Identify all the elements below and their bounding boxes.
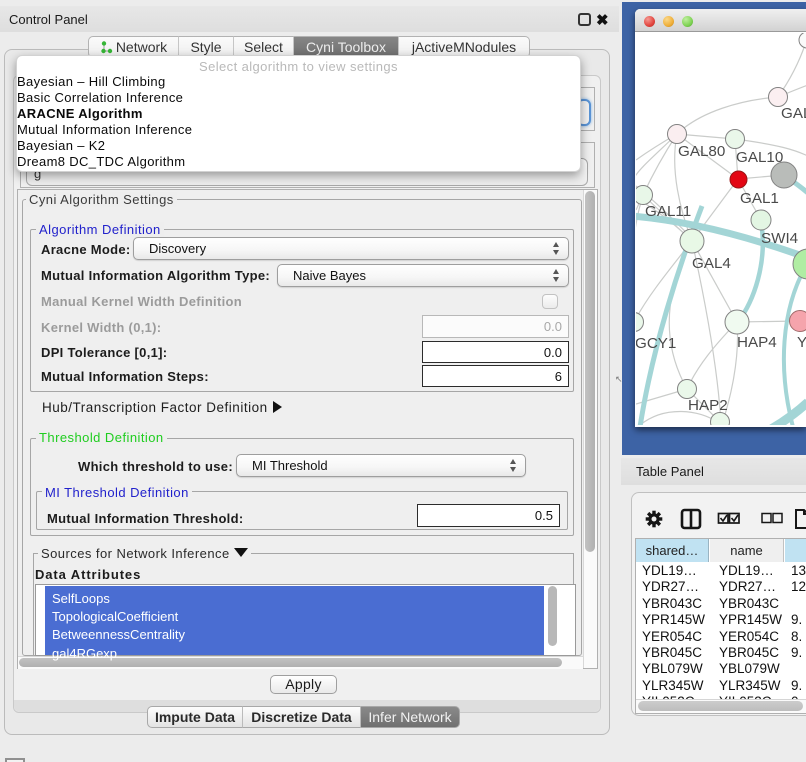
svg-text:Y: Y (797, 334, 806, 351)
svg-text:GAL10: GAL10 (736, 149, 783, 166)
svg-text:GCY1: GCY1 (636, 335, 676, 352)
svg-text:HAP4: HAP4 (737, 334, 777, 351)
svg-text:GAL1: GAL1 (740, 190, 779, 207)
svg-text:GAL80: GAL80 (678, 143, 725, 160)
svg-text:GAL2: GAL2 (781, 105, 806, 122)
svg-text:SWI4: SWI4 (761, 230, 798, 247)
svg-text:GAL11: GAL11 (645, 203, 691, 220)
svg-text:HAP2: HAP2 (688, 397, 728, 414)
svg-text:GAL4: GAL4 (692, 255, 731, 272)
